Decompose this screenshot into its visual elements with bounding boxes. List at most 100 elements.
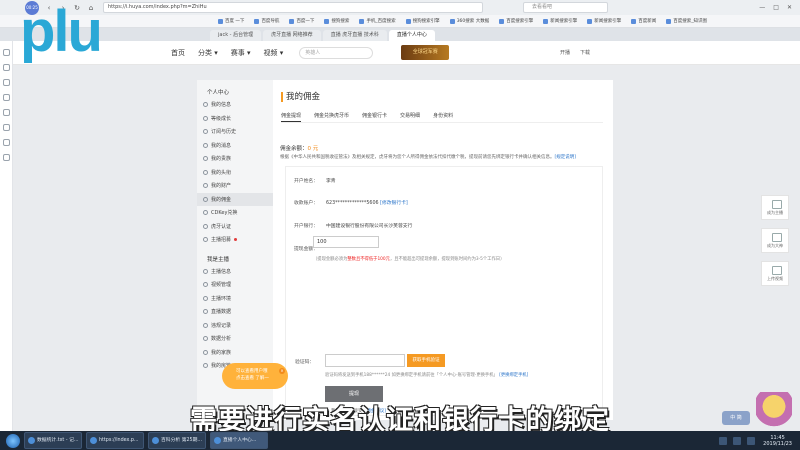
- history-icon[interactable]: [2, 64, 10, 71]
- tab-withdraw[interactable]: 佣金提现: [281, 112, 302, 122]
- browser-tab-active[interactable]: 直播个人中心: [388, 30, 435, 41]
- crown-icon: [203, 156, 208, 162]
- promo-bubble[interactable]: 可以查看用户哦 点击查看 了解一: [222, 363, 288, 389]
- change-phone-link[interactable]: [更换绑定手机]: [499, 373, 528, 378]
- bookmark-item[interactable]: 搜狗搜索: [324, 18, 349, 24]
- commission-panel: 我的佣金 佣金提现 佣金兑换虎牙币 佣金银行卡 交易明细 身份资料 佣金余额：0…: [273, 80, 613, 420]
- bookmark-item[interactable]: 百度一下: [289, 18, 314, 24]
- sidebar-item-cdkey[interactable]: CDKey兑换: [197, 206, 273, 220]
- verification-code-input[interactable]: [325, 354, 405, 367]
- withdraw-form: 开户姓名： 李青 收款账户： 623*************5606 [修改银…: [285, 166, 603, 416]
- tab-exchange[interactable]: 佣金兑换虎牙币: [314, 112, 349, 122]
- bookmark-icon: [405, 18, 411, 24]
- tab-bank-card[interactable]: 佣金银行卡: [362, 112, 387, 122]
- sidebar-item-noble[interactable]: 我的贵族: [197, 152, 273, 166]
- amount-input[interactable]: 100: [313, 236, 379, 248]
- sidebar-item-my-info[interactable]: 我的信息: [197, 98, 273, 112]
- tools-icon[interactable]: [2, 154, 10, 161]
- taskbar-item[interactable]: 数据统计.txt - 记...: [24, 432, 82, 449]
- sidebar-item-assets[interactable]: 我的财产: [197, 179, 273, 193]
- bookmark-item[interactable]: 新闻搜索引擎: [587, 18, 621, 24]
- bookmark-item[interactable]: 360搜索 大数据: [449, 18, 489, 24]
- code-hint: 验证码将发送到手机188******24 如更换绑定手机请前往「个人中心-账号管…: [325, 373, 529, 378]
- taskbar-item[interactable]: 百科分析 第25期...: [148, 432, 206, 449]
- notes-icon[interactable]: [2, 139, 10, 146]
- warning-icon: [203, 322, 208, 328]
- nav-home[interactable]: 首页: [171, 48, 185, 58]
- address-bar[interactable]: https://i.huya.com/index.php?m=ZhiHu: [103, 2, 483, 13]
- sidebar-item-family[interactable]: 我的家族: [197, 346, 273, 360]
- maximize-icon[interactable]: □: [773, 4, 779, 11]
- sidebar-item-recruit[interactable]: 主播招募: [197, 233, 273, 247]
- get-code-button[interactable]: 获取手机验证: [407, 354, 445, 367]
- taskbar-item-active[interactable]: 直播个人中心...: [210, 432, 268, 449]
- volume-icon[interactable]: [747, 436, 756, 445]
- clock[interactable]: 11:45 2019/11/23: [763, 435, 792, 447]
- browser-tab[interactable]: jack - 后台管理: [210, 30, 262, 41]
- start-button[interactable]: [6, 433, 20, 448]
- sidebar-item-environment[interactable]: 主播环境: [197, 292, 273, 306]
- mail-icon[interactable]: [2, 94, 10, 101]
- taskbar-item[interactable]: https://index.p...: [86, 432, 144, 449]
- watermark-logo: plu: [20, 0, 103, 64]
- upload-video-button[interactable]: 上传视频: [761, 261, 789, 286]
- become-master-button[interactable]: 成为大神: [761, 228, 789, 253]
- bookmark-item[interactable]: 新闻搜索引擎: [543, 18, 577, 24]
- start-broadcast-link[interactable]: 开播: [560, 49, 570, 56]
- tray-icon[interactable]: [719, 436, 728, 445]
- sidebar-section-title: 个人中心: [207, 90, 230, 96]
- browser-tab[interactable]: 虎牙直播 网络推荐: [263, 30, 321, 41]
- close-icon[interactable]: ✕: [787, 4, 792, 11]
- sidebar-item-violations[interactable]: 违规记录: [197, 319, 273, 333]
- notice-link[interactable]: [规定说明]: [555, 155, 577, 160]
- bookmark-icon: [449, 18, 455, 24]
- analysis-icon: [203, 336, 208, 342]
- favorites-icon[interactable]: [2, 49, 10, 56]
- tab-identity[interactable]: 身份资料: [433, 112, 453, 122]
- browser-search-input[interactable]: 去看看吧: [523, 2, 608, 13]
- environment-icon: [203, 295, 208, 301]
- download-icon[interactable]: [2, 79, 10, 86]
- video-icon[interactable]: [2, 124, 10, 131]
- change-card-link[interactable]: [修改银行卡]: [380, 201, 408, 206]
- bookmark-icon: [359, 18, 365, 24]
- bookmark-item[interactable]: 百度新闻: [631, 18, 656, 24]
- nav-video[interactable]: 视频 ▾: [264, 48, 284, 58]
- bookmark-item[interactable]: 百度导航: [254, 18, 279, 24]
- nav-category[interactable]: 分类 ▾: [198, 48, 218, 58]
- sidebar-item-anchor-info[interactable]: 主播信息: [197, 265, 273, 279]
- sidebar-item-messages[interactable]: 我的消息: [197, 139, 273, 153]
- bookmark-item[interactable]: 手机_百度搜索: [359, 18, 396, 24]
- event-banner[interactable]: 全球冠军赛: [401, 45, 450, 60]
- sidebar-item-video-manage[interactable]: 视频管理: [197, 278, 273, 292]
- header-actions: 开播 下载: [560, 49, 590, 56]
- bookmark-item[interactable]: 百度 一下: [218, 18, 244, 24]
- bookmarks-bar: 百度 一下 百度导航 百度一下 搜狗搜索 手机_百度搜索 搜狗搜索引擎 360搜…: [0, 15, 800, 28]
- promo-close-icon[interactable]: ×: [279, 368, 285, 374]
- nav-events[interactable]: 赛事 ▾: [231, 48, 251, 58]
- sidebar-item-titles[interactable]: 我的头衔: [197, 166, 273, 180]
- site-search-input[interactable]: 英雄人: [299, 46, 374, 59]
- sidebar-item-live-data[interactable]: 直播数据: [197, 305, 273, 319]
- bookmark-item[interactable]: 搜狗搜索引擎: [405, 18, 440, 24]
- commission-subtabs: 佣金提现 佣金兑换虎牙币 佣金银行卡 交易明细 身份资料: [281, 112, 453, 122]
- sidebar-item-verify[interactable]: 虎牙认证: [197, 220, 273, 234]
- tab-transactions[interactable]: 交易明细: [400, 112, 420, 122]
- bookmark-item[interactable]: 百度搜索_知识图: [666, 18, 707, 24]
- tray-icon[interactable]: [733, 436, 742, 445]
- sidebar-item-level[interactable]: 等级成长: [197, 112, 273, 126]
- minimize-icon[interactable]: —: [759, 4, 765, 11]
- key-icon: [203, 210, 208, 216]
- code-label: 验证码：: [295, 360, 315, 365]
- download-link[interactable]: 下载: [580, 49, 590, 56]
- bookmark-item[interactable]: 百度搜索引擎: [499, 18, 533, 24]
- browser-tab[interactable]: 直播 虎牙直播 技术科: [322, 30, 387, 41]
- sidebar-item-subscriptions[interactable]: 订阅与历史: [197, 125, 273, 139]
- sidebar-item-analysis[interactable]: 数据分析: [197, 332, 273, 346]
- sidebar-item-commission[interactable]: 我的佣金: [197, 192, 273, 206]
- game-icon[interactable]: [2, 109, 10, 116]
- bookmark-icon: [631, 18, 637, 24]
- become-anchor-button[interactable]: 成为主播: [761, 195, 789, 220]
- commission-icon: [203, 196, 208, 202]
- message-icon: [203, 142, 208, 148]
